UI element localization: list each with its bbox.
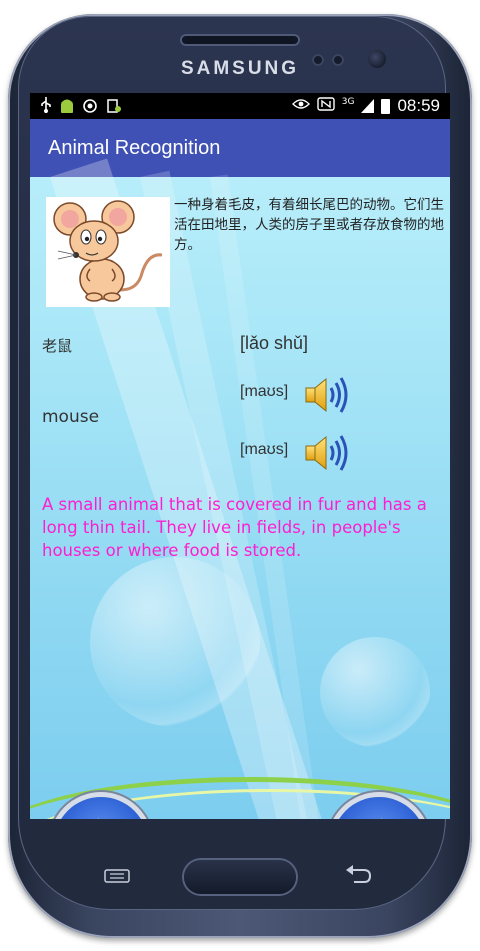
play-audio-button-2[interactable] bbox=[304, 431, 354, 475]
app-title: Animal Recognition bbox=[48, 137, 221, 159]
english-word: mouse bbox=[42, 407, 100, 427]
proximity-sensor bbox=[312, 54, 324, 66]
pinyin-label: [lǎo shǔ] bbox=[240, 333, 309, 353]
light-sensor bbox=[332, 54, 344, 66]
clock: 08:59 bbox=[397, 96, 440, 115]
signal-icon bbox=[361, 99, 375, 113]
speaker-icon bbox=[305, 377, 348, 413]
phonetic-label-1: [maʊs] bbox=[240, 383, 289, 400]
speaker-icon bbox=[305, 435, 348, 471]
arrow-right-icon bbox=[381, 817, 383, 819]
phonetic-label-2: [maʊs] bbox=[240, 441, 289, 458]
front-camera bbox=[368, 50, 386, 68]
screen: 3G 08:59 Animal Recognition 一种身着毛皮，有着细长尾… bbox=[30, 93, 450, 819]
android-icon bbox=[60, 98, 74, 118]
back-icon bbox=[346, 865, 372, 883]
bubble-decoration bbox=[320, 637, 430, 747]
back-key[interactable] bbox=[344, 864, 372, 886]
menu-icon bbox=[104, 869, 130, 883]
chinese-description: 一种身着毛皮，有着细长尾巴的动物。它们生活在田地里，人类的房子里或者存放食物的地… bbox=[174, 197, 444, 253]
eye-icon bbox=[291, 98, 310, 114]
home-key[interactable] bbox=[184, 860, 296, 894]
status-bar: 3G 08:59 bbox=[30, 93, 450, 119]
mouse-illustration bbox=[46, 197, 170, 307]
sync-icon bbox=[82, 98, 98, 118]
play-audio-button-1[interactable] bbox=[304, 373, 354, 417]
notification-icon bbox=[106, 98, 122, 118]
nfc-icon bbox=[317, 97, 335, 115]
usb-icon bbox=[40, 97, 52, 118]
content-area: 一种身着毛皮，有着细长尾巴的动物。它们生活在田地里，人类的房子里或者存放食物的地… bbox=[30, 158, 450, 819]
earpiece-speaker bbox=[182, 36, 298, 44]
arrow-left-icon bbox=[97, 817, 99, 819]
bubble-decoration bbox=[90, 557, 260, 727]
menu-key[interactable] bbox=[104, 868, 130, 883]
brand-logo: SAMSUNG bbox=[180, 58, 300, 79]
chinese-word: 老鼠 bbox=[42, 337, 73, 355]
battery-icon bbox=[381, 98, 391, 114]
english-description: A small animal that is covered in fur an… bbox=[42, 495, 427, 560]
network-3g-icon: 3G bbox=[341, 97, 355, 107]
